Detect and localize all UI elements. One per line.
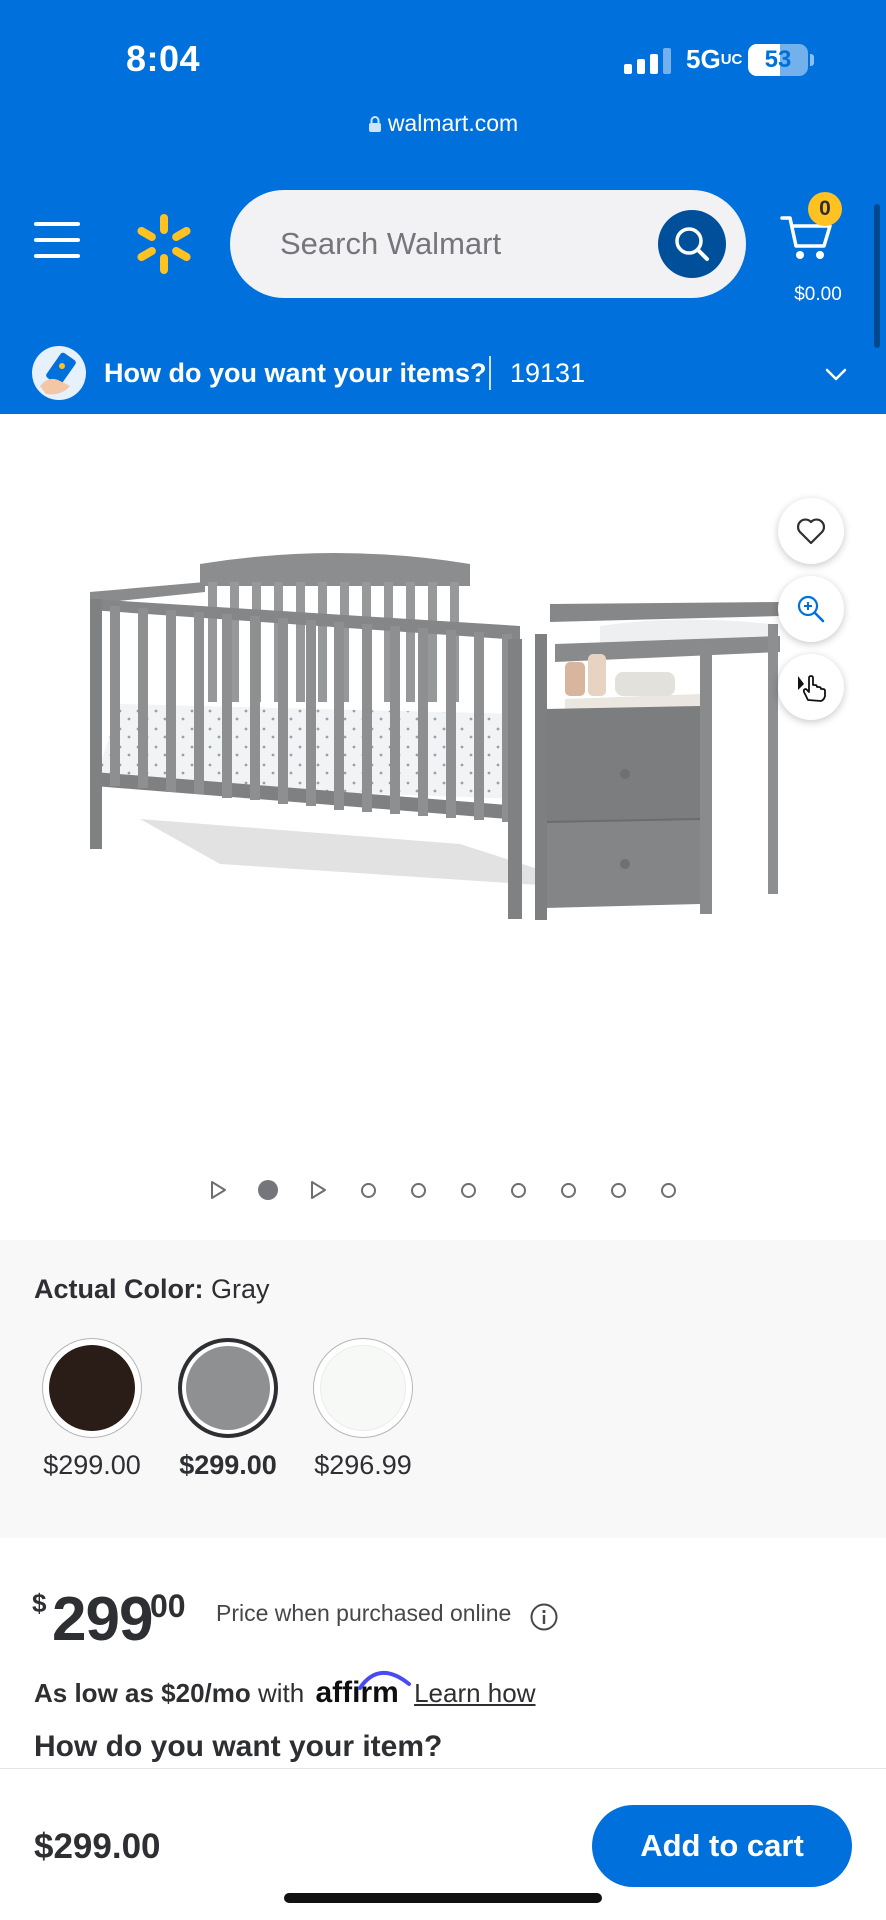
color-selector: Actual Color: Gray $299.00 $299.00 $296.99 <box>0 1240 886 1538</box>
gallery-dot[interactable] <box>543 1170 593 1210</box>
hand-pointer-icon <box>798 675 826 702</box>
battery-tip <box>810 54 814 66</box>
add-to-cart-button[interactable]: Add to cart <box>592 1805 852 1887</box>
gallery-dot[interactable] <box>343 1170 393 1210</box>
cart-button[interactable]: 0 $0.00 <box>772 192 872 312</box>
heart-icon <box>797 518 825 545</box>
gallery-dot[interactable] <box>593 1170 643 1210</box>
search-button[interactable] <box>658 210 726 278</box>
search-bar <box>230 190 746 298</box>
color-swatch[interactable]: $299.00 <box>178 1338 278 1481</box>
signal-icon <box>624 48 671 74</box>
gallery-dot[interactable] <box>643 1170 693 1210</box>
color-swatch[interactable]: $299.00 <box>42 1338 142 1481</box>
menu-icon[interactable] <box>34 220 80 260</box>
price-dollars: 299 <box>52 1585 153 1654</box>
fulfillment-prompt: How do you want your items? <box>104 358 487 388</box>
color-label: Actual Color: Gray <box>34 1274 270 1304</box>
swatch-color <box>320 1345 406 1431</box>
favorite-button[interactable] <box>778 498 844 564</box>
swatch-ring <box>313 1338 413 1438</box>
status-time: 8:04 <box>126 38 201 79</box>
swatch-ring <box>42 1338 142 1438</box>
gallery-video-indicator[interactable] <box>293 1170 343 1210</box>
affirm-financing: As low as $20/mo with affirm Learn how <box>34 1670 536 1710</box>
url-text: walmart.com <box>387 110 519 136</box>
swatch-price: $296.99 <box>314 1450 412 1480</box>
zip-code: 19131 <box>510 358 586 388</box>
swatch-ring <box>178 1338 278 1438</box>
product-gallery <box>0 414 886 1240</box>
status-bar: 8:04 5GUC 53 walmart.com <box>0 0 886 156</box>
address-bar[interactable]: walmart.com <box>0 110 886 137</box>
site-header: 0 $0.00 <box>0 156 886 336</box>
walmart-spark-logo[interactable] <box>132 212 196 276</box>
chevron-down-icon <box>825 368 847 381</box>
fulfillment-heading: How do you want your item? <box>34 1730 443 1763</box>
cart-total: $0.00 <box>794 284 842 305</box>
selected-color: Gray <box>211 1274 270 1304</box>
price-cents: 00 <box>150 1588 186 1624</box>
currency-symbol: $ <box>32 1588 47 1618</box>
price-note: Price when purchased online <box>216 1600 512 1626</box>
swatch-color <box>186 1346 270 1430</box>
gallery-dot[interactable] <box>393 1170 443 1210</box>
swatch-price: $299.00 <box>43 1450 141 1480</box>
cart-count-badge: 0 <box>808 192 842 226</box>
monthly-payment: As low as $20/mo <box>34 1678 251 1708</box>
zoom-in-icon <box>797 595 825 623</box>
gallery-dot[interactable] <box>243 1170 293 1210</box>
phone-delivery-icon <box>32 346 86 400</box>
sticky-cart-bar: $299.00 Add to cart <box>0 1768 886 1920</box>
fulfillment-bar[interactable]: How do you want your items? 19131 <box>0 336 886 414</box>
bottom-price: $299.00 <box>34 1827 161 1866</box>
gallery-dot[interactable] <box>493 1170 543 1210</box>
affirm-logo: affirm <box>315 1670 412 1709</box>
battery-icon: 53 <box>748 44 808 76</box>
gallery-video-indicator[interactable] <box>193 1170 243 1210</box>
home-indicator[interactable] <box>284 1893 602 1903</box>
info-icon[interactable] <box>529 1602 559 1632</box>
play-icon <box>211 1181 226 1199</box>
color-swatch[interactable]: $296.99 <box>313 1338 413 1481</box>
affirm-with: with <box>258 1678 305 1708</box>
battery-level: 53 <box>764 46 792 73</box>
search-icon <box>675 227 709 261</box>
play-icon <box>311 1181 326 1199</box>
zoom-button[interactable] <box>778 576 844 642</box>
product-image[interactable] <box>80 544 800 974</box>
gallery-pagination <box>0 1170 886 1210</box>
view-in-3d-button[interactable] <box>778 654 844 720</box>
lock-icon <box>368 116 381 132</box>
network-type: 5GUC <box>686 44 743 74</box>
divider <box>489 356 491 390</box>
scrollbar[interactable] <box>874 204 880 348</box>
swatch-price: $299.00 <box>179 1450 277 1480</box>
gallery-dot[interactable] <box>443 1170 493 1210</box>
learn-how-link[interactable]: Learn how <box>414 1678 535 1708</box>
swatch-color <box>49 1345 135 1431</box>
search-input[interactable] <box>280 220 640 268</box>
